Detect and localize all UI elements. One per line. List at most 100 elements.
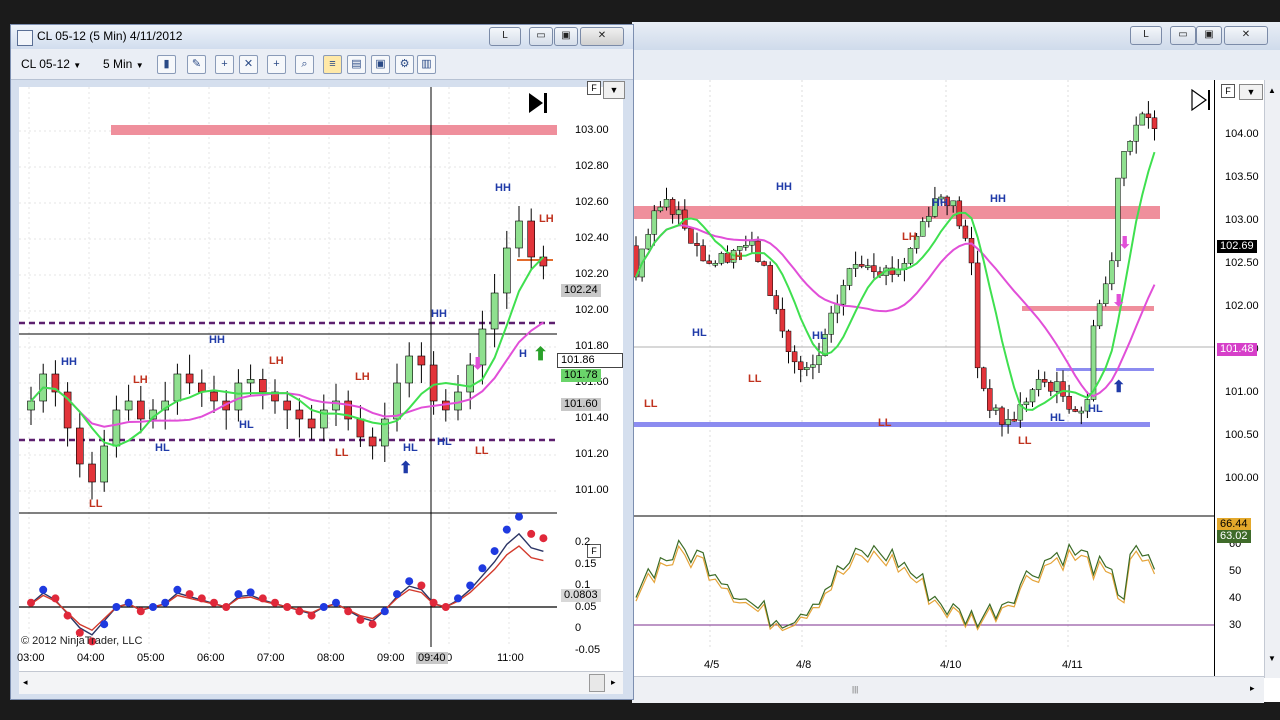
back-horizontal-scrollbar[interactable]: ||| ▸ bbox=[632, 676, 1264, 703]
chevron-down-icon: ▼ bbox=[73, 61, 82, 70]
bearish-candle bbox=[75, 427, 84, 465]
bullish-candle bbox=[1096, 303, 1103, 327]
snapshot-icon[interactable]: ▣ bbox=[371, 55, 390, 74]
back-indicator-tag-b: 63.02 bbox=[1217, 530, 1251, 543]
bearish-candle bbox=[1048, 381, 1054, 392]
bullish-candle bbox=[919, 221, 926, 237]
macd-dot bbox=[466, 581, 475, 590]
bullish-candle bbox=[846, 268, 853, 286]
swing-label: LH bbox=[539, 213, 554, 225]
bearish-candle bbox=[1011, 418, 1017, 422]
resistance-zone bbox=[632, 206, 1160, 219]
bullish-candle bbox=[246, 379, 255, 384]
bearish-candle bbox=[527, 220, 536, 258]
scroll-down-icon[interactable]: ▼ bbox=[1268, 654, 1276, 663]
back-dropdown-icon[interactable]: ▼ bbox=[1239, 84, 1263, 100]
swing-label: HH bbox=[61, 356, 77, 368]
scroll-right-icon[interactable]: ▸ bbox=[1250, 683, 1255, 694]
back-price-plot[interactable]: ⬆ ⬇ ⬇ HH HH HH LH LH HL HL HL HL LL LL LL LL 4/5 4/8 4/10 4… bbox=[632, 80, 1214, 676]
scroll-thumb[interactable] bbox=[589, 674, 605, 692]
macd-dot bbox=[173, 585, 182, 594]
front-maximize-button[interactable]: ▣ bbox=[554, 27, 578, 46]
macd-dot bbox=[490, 547, 499, 556]
bullish-candle bbox=[27, 400, 35, 411]
bullish-candle bbox=[112, 409, 121, 447]
front-dropdown-icon[interactable]: ▼ bbox=[603, 81, 625, 99]
bullish-candle bbox=[749, 240, 755, 246]
add-indicator-icon[interactable]: + bbox=[215, 55, 234, 74]
macd-dot bbox=[27, 598, 35, 607]
macd-dot bbox=[271, 598, 279, 607]
bullish-candle bbox=[895, 269, 902, 275]
scroll-grip-icon[interactable]: ||| bbox=[852, 685, 858, 694]
price-tick-label: 102.00 bbox=[575, 304, 609, 316]
bullish-candle bbox=[1127, 141, 1133, 152]
strategy-icon[interactable]: ▥ bbox=[417, 55, 436, 74]
back-maximize-button[interactable]: ▣ bbox=[1196, 26, 1222, 45]
crosshair-icon[interactable]: + bbox=[267, 55, 286, 74]
bullish-candle bbox=[1078, 410, 1085, 414]
zoom-icon[interactable]: ⌕ bbox=[295, 55, 314, 74]
bullish-candle bbox=[393, 382, 401, 420]
bearish-candle bbox=[858, 264, 865, 267]
front-restore-button[interactable]: L bbox=[489, 27, 521, 46]
back-vertical-scrollbar[interactable]: ▲ ▼ bbox=[1264, 80, 1280, 678]
bearish-candle bbox=[356, 418, 365, 438]
scroll-right-icon[interactable]: ▸ bbox=[611, 677, 616, 688]
chart-trader-icon[interactable]: ≡ bbox=[323, 55, 342, 74]
bearish-candle bbox=[417, 355, 426, 366]
bearish-candle bbox=[185, 373, 194, 384]
price-tick-label: 103.50 bbox=[1225, 171, 1259, 183]
bullish-candle bbox=[234, 382, 243, 411]
swing-label: LL bbox=[475, 445, 489, 457]
instrument-selector[interactable]: CL 05-12 ▼ bbox=[21, 54, 99, 74]
long-arrow-icon: ⬆ bbox=[533, 344, 548, 364]
front-price-plot[interactable]: ⬆ ⬇ ⬆ HH LH HH LH LH HH HH LH HL HL HL LL LL LL HL H © 201… bbox=[17, 87, 557, 681]
bullish-candle bbox=[865, 265, 871, 268]
bullish-candle bbox=[712, 262, 719, 266]
back-price-axis: F ▼ 104.00103.50103.00102.50102.00101.50… bbox=[1214, 80, 1265, 676]
bearish-candle bbox=[968, 238, 975, 264]
interval-selector[interactable]: 5 Min ▼ bbox=[103, 54, 151, 74]
remove-indicator-icon[interactable]: ✕ bbox=[239, 55, 258, 74]
macd-dot bbox=[368, 620, 377, 629]
bullish-candle bbox=[816, 355, 822, 366]
bullish-candle bbox=[1139, 113, 1146, 126]
macd-dot bbox=[185, 590, 194, 599]
bullish-candle bbox=[828, 312, 834, 335]
back-minimize-button[interactable]: ▭ bbox=[1170, 26, 1196, 45]
scroll-to-end-icon-bar bbox=[544, 93, 547, 113]
bearish-candle bbox=[283, 400, 292, 411]
macd-dot bbox=[295, 607, 304, 616]
instrument-label: CL 05-12 bbox=[21, 57, 70, 71]
draw-pencil-icon[interactable]: ✎ bbox=[187, 55, 206, 74]
swing-label: HH bbox=[431, 308, 447, 320]
back-restore-button[interactable]: L bbox=[1130, 26, 1162, 45]
front-minimize-button[interactable]: ▭ bbox=[529, 27, 553, 46]
swing-label: LH bbox=[728, 251, 743, 263]
bullish-candle bbox=[743, 244, 749, 248]
front-horizontal-scrollbar[interactable]: ◂ ▸ bbox=[19, 671, 623, 694]
bearish-candle bbox=[974, 262, 981, 369]
macd-dot bbox=[100, 620, 109, 629]
candlestick-style-icon[interactable]: ▮ bbox=[157, 55, 176, 74]
bearish-candle bbox=[669, 199, 676, 215]
interval-label: 5 Min bbox=[103, 57, 133, 71]
back-panel-button[interactable]: F bbox=[1221, 84, 1235, 98]
time-tick-label: 05:00 bbox=[137, 652, 165, 664]
bearish-candle bbox=[1072, 409, 1078, 412]
bearish-candle bbox=[368, 436, 377, 447]
cursor-time-tag: 09:40 bbox=[416, 652, 448, 664]
price-tick-label: 103.00 bbox=[575, 124, 609, 136]
properties-icon[interactable]: ⚙ bbox=[395, 55, 414, 74]
bullish-candle bbox=[852, 264, 859, 269]
scroll-up-icon[interactable]: ▲ bbox=[1268, 86, 1276, 95]
data-box-icon[interactable]: ▤ bbox=[347, 55, 366, 74]
scroll-left-icon[interactable]: ◂ bbox=[23, 677, 28, 688]
indicator-tick-label: 0.05 bbox=[575, 600, 597, 613]
price-tick-label: 102.80 bbox=[575, 160, 609, 172]
date-tick-label: 4/11 bbox=[1062, 659, 1083, 671]
front-close-button[interactable]: ✕ bbox=[580, 27, 624, 46]
back-close-button[interactable]: ✕ bbox=[1224, 26, 1268, 45]
front-panel-button[interactable]: F bbox=[587, 81, 601, 95]
